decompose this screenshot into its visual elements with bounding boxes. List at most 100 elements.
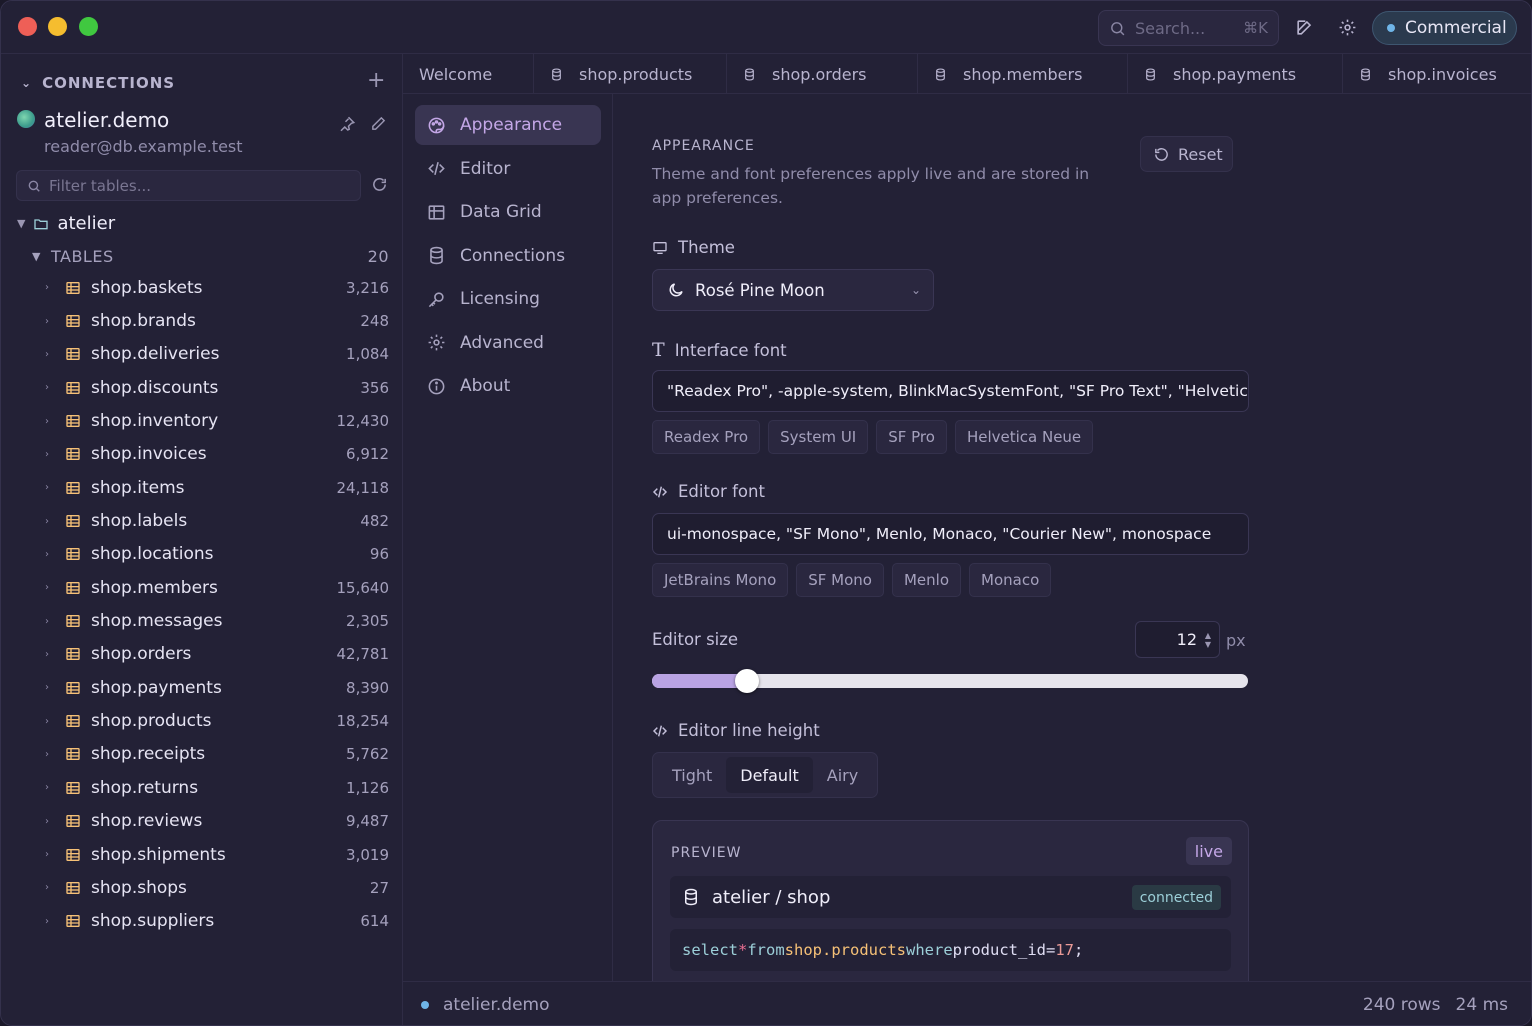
- settings-nav-connections[interactable]: Connections: [415, 236, 601, 276]
- license-badge[interactable]: Commercial: [1372, 11, 1517, 45]
- editor-font-input[interactable]: ui-monospace, "SF Mono", Menlo, Monaco, …: [652, 513, 1249, 555]
- connection-avatar: [17, 110, 35, 128]
- settings-nav-about[interactable]: About: [415, 366, 601, 406]
- database-node[interactable]: ▼ atelier: [17, 213, 115, 234]
- chevron-right-icon[interactable]: ›: [45, 316, 55, 327]
- chevron-right-icon[interactable]: ›: [45, 416, 55, 427]
- table-row[interactable]: › shop.brands 248: [1, 304, 403, 337]
- table-row[interactable]: › shop.shipments 3,019: [1, 838, 403, 871]
- settings-nav-advanced[interactable]: Advanced: [415, 323, 601, 363]
- table-row[interactable]: › shop.discounts 356: [1, 371, 403, 404]
- close-window-button[interactable]: [18, 17, 37, 36]
- chevron-right-icon[interactable]: ›: [45, 549, 55, 560]
- settings-nav-data-grid[interactable]: Data Grid: [415, 192, 601, 232]
- table-row[interactable]: › shop.messages 2,305: [1, 604, 403, 637]
- table-row[interactable]: › shop.returns 1,126: [1, 771, 403, 804]
- interface-font-preset-chip[interactable]: Readex Pro: [652, 420, 761, 454]
- chevron-right-icon[interactable]: ›: [45, 516, 55, 527]
- maximize-window-button[interactable]: [79, 17, 98, 36]
- tab-shop-products[interactable]: shop.products: [534, 54, 727, 94]
- chevron-right-icon[interactable]: ›: [45, 749, 55, 760]
- interface-font-input[interactable]: "Readex Pro", -apple-system, BlinkMacSys…: [652, 370, 1249, 412]
- pencil-icon[interactable]: [370, 115, 390, 135]
- editor-font-preset-chip[interactable]: Monaco: [969, 563, 1052, 597]
- chevron-right-icon[interactable]: ›: [45, 582, 55, 593]
- table-row[interactable]: › shop.reviews 9,487: [1, 805, 403, 838]
- tab-shop-payments[interactable]: shop.payments: [1128, 54, 1343, 94]
- chevron-right-icon[interactable]: ›: [45, 916, 55, 927]
- interface-font-preset-chip[interactable]: System UI: [768, 420, 869, 454]
- chevron-right-icon[interactable]: ›: [45, 716, 55, 727]
- line-height-option-airy[interactable]: Airy: [813, 757, 872, 793]
- gear-icon[interactable]: [1335, 15, 1359, 39]
- chevron-right-icon[interactable]: ›: [45, 882, 55, 893]
- monitor-icon: [653, 241, 667, 254]
- table-row-count: 6,912: [346, 445, 389, 464]
- info-icon: [427, 377, 460, 396]
- chevron-right-icon[interactable]: ›: [45, 849, 55, 860]
- connection-name[interactable]: atelier.demo: [44, 108, 169, 132]
- minimize-window-button[interactable]: [48, 17, 67, 36]
- global-search[interactable]: Search... ⌘K: [1098, 10, 1279, 46]
- table-row[interactable]: › shop.inventory 12,430: [1, 404, 403, 437]
- table-row[interactable]: › shop.suppliers 614: [1, 905, 403, 938]
- chevron-right-icon[interactable]: ›: [45, 349, 55, 360]
- table-row[interactable]: › shop.locations 96: [1, 538, 403, 571]
- editor-size-slider[interactable]: [652, 669, 1248, 693]
- chevron-right-icon[interactable]: ›: [45, 482, 55, 493]
- chevron-right-icon[interactable]: ›: [45, 616, 55, 627]
- line-height-option-tight[interactable]: Tight: [658, 757, 726, 793]
- settings-nav-appearance[interactable]: Appearance: [415, 105, 601, 145]
- table-name: shop.orders: [91, 644, 192, 665]
- table-icon: [65, 580, 81, 596]
- table-row[interactable]: › shop.payments 8,390: [1, 671, 403, 704]
- tab-shop-members[interactable]: shop.members: [918, 54, 1128, 94]
- line-height-option-default[interactable]: Default: [726, 757, 813, 793]
- theme-select[interactable]: Rosé Pine Moon ⌄: [652, 269, 934, 311]
- editor-font-preset-chip[interactable]: Menlo: [891, 563, 962, 597]
- slider-thumb[interactable]: [735, 669, 760, 693]
- tables-group[interactable]: ▼ TABLES 20: [32, 247, 389, 266]
- chevron-right-icon[interactable]: ›: [45, 282, 55, 293]
- add-connection-button[interactable]: +: [367, 68, 385, 93]
- pin-icon[interactable]: [338, 115, 358, 135]
- table-row[interactable]: › shop.receipts 5,762: [1, 738, 403, 771]
- tab-welcome[interactable]: Welcome: [403, 54, 534, 94]
- table-row[interactable]: › shop.orders 42,781: [1, 638, 403, 671]
- chevron-right-icon[interactable]: ›: [45, 782, 55, 793]
- table-row[interactable]: › shop.members 15,640: [1, 571, 403, 604]
- reset-button[interactable]: Reset: [1140, 136, 1233, 172]
- editor-font-preset-chip[interactable]: JetBrains Mono: [652, 563, 789, 597]
- chevron-right-icon[interactable]: ›: [45, 649, 55, 660]
- filter-tables-input[interactable]: [49, 176, 339, 195]
- stepper-icon[interactable]: ▲ ▼: [1205, 631, 1211, 649]
- tab-shop-orders[interactable]: shop.orders: [727, 54, 918, 94]
- table-row[interactable]: › shop.shops 27: [1, 871, 403, 904]
- tab-shop-invoices[interactable]: shop.invoices: [1343, 54, 1531, 94]
- interface-font-preset-chip[interactable]: Helvetica Neue: [954, 420, 1094, 454]
- connections-header[interactable]: ⌄ CONNECTIONS: [21, 74, 175, 92]
- editor-size-input[interactable]: 12 ▲ ▼: [1135, 621, 1220, 658]
- table-row[interactable]: › shop.baskets 3,216: [1, 271, 403, 304]
- search-icon: [1111, 21, 1125, 35]
- table-row[interactable]: › shop.labels 482: [1, 504, 403, 537]
- table-row[interactable]: › shop.deliveries 1,084: [1, 338, 403, 371]
- chevron-right-icon[interactable]: ›: [45, 449, 55, 460]
- code-operator: *: [738, 941, 748, 959]
- table-row[interactable]: › shop.invoices 6,912: [1, 438, 403, 471]
- chevron-right-icon[interactable]: ›: [45, 682, 55, 693]
- table-row-count: 96: [369, 545, 389, 564]
- edit-icon[interactable]: [1292, 15, 1316, 39]
- table-filter[interactable]: [16, 170, 361, 201]
- line-height-segmented: Tight Default Airy: [652, 752, 879, 798]
- table-row[interactable]: › shop.items 24,118: [1, 471, 403, 504]
- interface-font-preset-chip[interactable]: SF Pro: [876, 420, 947, 454]
- settings-nav-licensing[interactable]: Licensing: [415, 279, 601, 319]
- settings-nav-editor[interactable]: Editor: [415, 149, 601, 189]
- editor-font-preset-chip[interactable]: SF Mono: [796, 563, 884, 597]
- refresh-icon[interactable]: [371, 176, 389, 194]
- tab-label: shop.payments: [1173, 64, 1297, 84]
- table-row[interactable]: › shop.products 18,254: [1, 704, 403, 737]
- chevron-right-icon[interactable]: ›: [45, 382, 55, 393]
- chevron-right-icon[interactable]: ›: [45, 816, 55, 827]
